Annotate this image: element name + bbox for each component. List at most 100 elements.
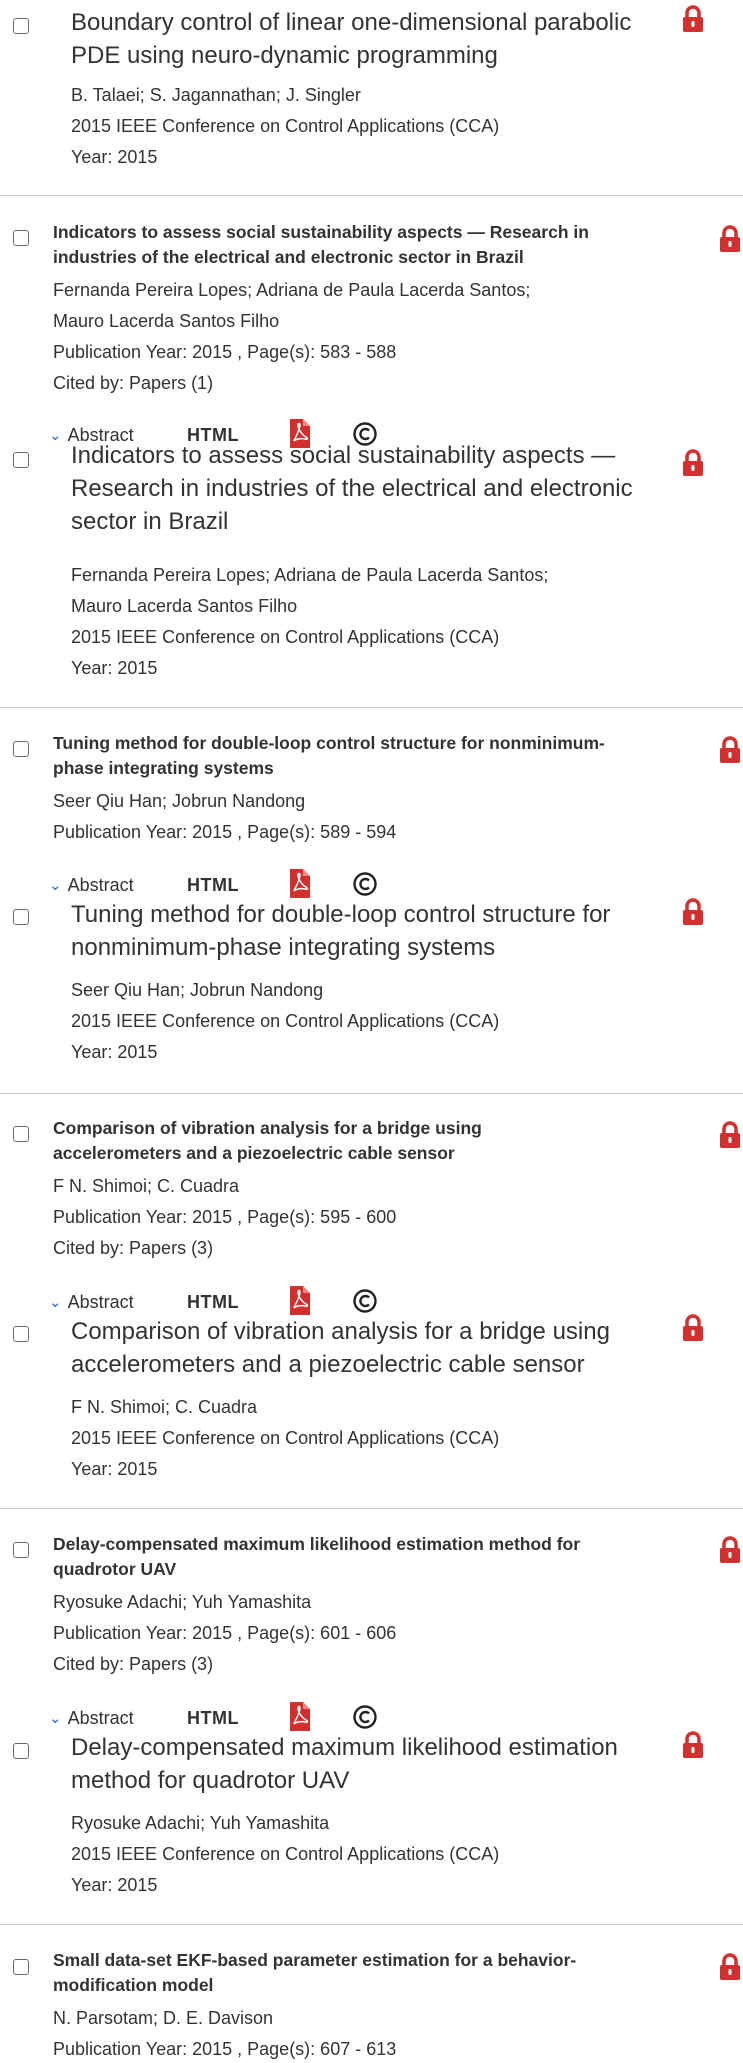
select-checkbox[interactable] (13, 1326, 29, 1342)
cited-by-link[interactable]: Cited by: Papers (1) (53, 373, 213, 394)
title-line: industries of the electrical and electro… (53, 247, 524, 267)
lock-icon (718, 1952, 742, 1982)
authors[interactable]: Mauro Lacerda Santos Filho (71, 596, 297, 617)
venue[interactable]: 2015 IEEE Conference on Control Applicat… (71, 116, 499, 137)
result-title-link[interactable]: Small data-set EKF-based parameter estim… (53, 1948, 693, 1998)
divider (0, 1924, 743, 1925)
expanded-title[interactable]: Indicators to assess social sustainabili… (71, 439, 671, 538)
lock-icon (718, 1120, 742, 1150)
lock-icon (681, 4, 705, 34)
venue[interactable]: 2015 IEEE Conference on Control Applicat… (71, 627, 499, 648)
select-checkbox[interactable] (13, 230, 29, 246)
title-line: nonminimum-phase integrating systems (71, 934, 496, 961)
authors[interactable]: N. Parsotam; D. E. Davison (53, 2008, 273, 2029)
select-checkbox[interactable] (13, 1542, 29, 1558)
publication-info: Publication Year: 2015 , Page(s): 589 - … (53, 822, 397, 842)
year: Year: 2015 (71, 1042, 158, 1062)
cited-by-link[interactable]: Cited by: Papers (3) (53, 1238, 213, 1259)
title-line: Boundary control of linear one-dimension… (71, 9, 632, 36)
chevron-down-icon[interactable]: ⌄ (49, 1295, 62, 1310)
lock-icon (681, 897, 705, 927)
authors[interactable]: Ryosuke Adachi; Yuh Yamashita (53, 1592, 311, 1613)
select-checkbox[interactable] (13, 1126, 29, 1142)
cited-by-link[interactable]: Cited by: Papers (3) (53, 1654, 213, 1675)
title-line: Delay-compensated maximum likelihood est… (71, 1734, 618, 1761)
expanded-title[interactable]: Boundary control of linear one-dimension… (71, 6, 671, 72)
title-line: Indicators to assess social sustainabili… (71, 442, 616, 469)
year: Year: 2015 (71, 658, 158, 678)
action-row: ⌄ Abstract HTML (49, 869, 377, 898)
divider (0, 707, 743, 708)
html-link[interactable]: HTML (187, 1708, 239, 1729)
lock-icon (681, 1313, 705, 1343)
authors[interactable]: Mauro Lacerda Santos Filho (53, 311, 279, 332)
title-line: Research in industries of the electrical… (71, 475, 633, 502)
year: Year: 2015 (71, 1875, 158, 1895)
divider (0, 195, 743, 196)
authors[interactable]: Seer Qiu Han; Jobrun Nandong (71, 980, 323, 1001)
html-link[interactable]: HTML (187, 875, 239, 896)
action-row: ⌄ Abstract HTML (49, 1702, 377, 1731)
publication-info: Publication Year: 2015 , Page(s): 595 - … (53, 1207, 397, 1227)
publication-info: Publication Year: 2015 , Page(s): 583 - … (53, 342, 397, 362)
venue[interactable]: 2015 IEEE Conference on Control Applicat… (71, 1011, 499, 1032)
title-line: method for quadrotor UAV (71, 1767, 350, 1794)
venue[interactable]: 2015 IEEE Conference on Control Applicat… (71, 1844, 499, 1865)
lock-icon (718, 735, 742, 765)
lock-icon (681, 448, 705, 478)
select-checkbox[interactable] (13, 909, 29, 925)
title-line: quadrotor UAV (53, 1559, 177, 1579)
publication-info: Publication Year: 2015 , Page(s): 601 - … (53, 1623, 397, 1643)
title-line: Comparison of vibration analysis for a b… (53, 1118, 482, 1138)
chevron-down-icon[interactable]: ⌄ (49, 1711, 62, 1726)
abstract-toggle[interactable]: Abstract (68, 1292, 134, 1313)
title-line: PDE using neuro-dynamic programming (71, 42, 498, 69)
chevron-down-icon[interactable]: ⌄ (49, 878, 62, 893)
year: Year: 2015 (71, 147, 158, 167)
select-checkbox[interactable] (13, 18, 29, 34)
abstract-toggle[interactable]: Abstract (68, 875, 134, 896)
html-link[interactable]: HTML (187, 1292, 239, 1313)
select-checkbox[interactable] (13, 1959, 29, 1975)
title-line: Delay-compensated maximum likelihood est… (53, 1534, 581, 1554)
title-line: Tuning method for double-loop control st… (71, 901, 611, 928)
select-checkbox[interactable] (13, 741, 29, 757)
title-line: accelerometers and a piezoelectric cable… (71, 1351, 585, 1378)
title-line: modification model (53, 1975, 214, 1995)
title-line: accelerometers and a piezoelectric cable… (53, 1143, 455, 1163)
venue[interactable]: 2015 IEEE Conference on Control Applicat… (71, 1428, 499, 1449)
title-line: Tuning method for double-loop control st… (53, 733, 605, 753)
publication-info: Publication Year: 2015 , Page(s): 607 - … (53, 2039, 397, 2059)
result-title-link[interactable]: Indicators to assess social sustainabili… (53, 220, 693, 270)
select-checkbox[interactable] (13, 452, 29, 468)
title-line: phase integrating systems (53, 758, 274, 778)
expanded-title[interactable]: Delay-compensated maximum likelihood est… (71, 1731, 671, 1797)
expanded-title[interactable]: Comparison of vibration analysis for a b… (71, 1315, 671, 1381)
divider (0, 1093, 743, 1094)
lock-icon (681, 1730, 705, 1760)
lock-icon (718, 224, 742, 254)
authors[interactable]: F N. Shimoi; C. Cuadra (71, 1397, 257, 1418)
title-line: Small data-set EKF-based parameter estim… (53, 1950, 577, 1970)
year: Year: 2015 (71, 1459, 158, 1479)
result-title-link[interactable]: Comparison of vibration analysis for a b… (53, 1116, 693, 1166)
search-results-list: Boundary control of linear one-dimension… (0, 0, 743, 2063)
title-line: Indicators to assess social sustainabili… (53, 222, 589, 242)
authors[interactable]: Seer Qiu Han; Jobrun Nandong (53, 791, 305, 812)
select-checkbox[interactable] (13, 1743, 29, 1759)
title-line: Comparison of vibration analysis for a b… (71, 1318, 610, 1345)
expanded-title[interactable]: Tuning method for double-loop control st… (71, 898, 671, 964)
authors[interactable]: Ryosuke Adachi; Yuh Yamashita (71, 1813, 329, 1834)
result-title-link[interactable]: Delay-compensated maximum likelihood est… (53, 1532, 693, 1582)
abstract-toggle[interactable]: Abstract (68, 1708, 134, 1729)
result-title-link[interactable]: Tuning method for double-loop control st… (53, 731, 693, 781)
action-row: ⌄ Abstract HTML (49, 1286, 377, 1315)
divider (0, 1508, 743, 1509)
authors[interactable]: Fernanda Pereira Lopes; Adriana de Paula… (71, 565, 548, 586)
authors[interactable]: F N. Shimoi; C. Cuadra (53, 1176, 239, 1197)
authors[interactable]: B. Talaei; S. Jagannathan; J. Singler (71, 85, 361, 106)
authors[interactable]: Fernanda Pereira Lopes; Adriana de Paula… (53, 280, 530, 301)
title-line: sector in Brazil (71, 508, 229, 535)
chevron-down-icon[interactable]: ⌄ (49, 428, 62, 443)
lock-icon (718, 1535, 742, 1565)
